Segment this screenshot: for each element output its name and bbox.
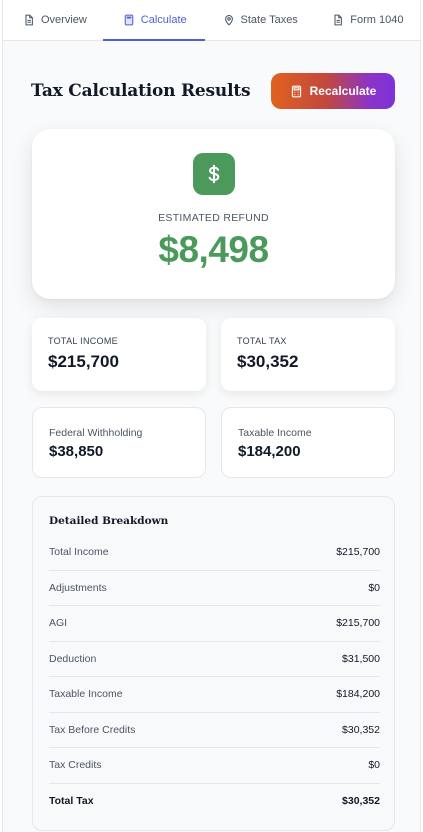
recalculate-label: Recalculate (309, 84, 377, 98)
stat-label: TOTAL TAX (237, 336, 287, 346)
stat-value: $215,700 (48, 352, 119, 371)
stat-label: TOTAL INCOME (48, 336, 118, 346)
breakdown-row: Adjustments $0 (49, 571, 380, 606)
breakdown-title: Detailed Breakdown (49, 515, 169, 527)
page-title: Tax Calculation Results (31, 81, 251, 101)
row-label: AGI (49, 617, 68, 630)
tab-calculate[interactable]: Calculate (102, 0, 205, 41)
tab-form-1040[interactable]: Form 1040 (316, 0, 420, 40)
tab-label: Form 1040 (350, 14, 404, 26)
refund-amount: $8,498 (158, 229, 269, 270)
tab-bar: Overview Calculate State Taxes Form 1040 (3, 0, 420, 41)
dollar-icon (193, 153, 235, 195)
recalculate-button[interactable]: Recalculate (271, 73, 395, 109)
calculator-icon (124, 14, 134, 26)
row-value: $30,352 (342, 723, 380, 736)
document-icon (334, 14, 343, 26)
stat-value: $30,352 (237, 352, 299, 371)
breakdown-row: Tax Credits $0 (49, 748, 380, 784)
total-income-card: TOTAL INCOME $215,700 (32, 318, 206, 391)
app-frame: Overview Calculate State Taxes Form 1040… (2, 0, 421, 832)
tab-label: State Taxes (240, 14, 298, 26)
row-label: Total Income (49, 546, 109, 559)
row-value: $215,700 (336, 546, 380, 559)
breakdown-row: Taxable Income $184,200 (49, 677, 380, 713)
row-value: $0 (368, 759, 380, 772)
tab-label: Overview (41, 14, 87, 26)
stat-value: $38,850 (49, 443, 104, 460)
refund-label: ESTIMATED REFUND (158, 212, 269, 224)
row-label: Total Tax (49, 795, 94, 808)
row-value: $30,352 (342, 795, 380, 808)
tab-state-taxes[interactable]: State Taxes (205, 0, 317, 40)
location-pin-icon (224, 15, 233, 26)
row-label: Tax Credits (49, 759, 102, 772)
breakdown-row: Tax Before Credits $30,352 (49, 713, 380, 748)
tab-overview[interactable]: Overview (3, 0, 103, 40)
row-value: $31,500 (342, 652, 380, 665)
row-value: $0 (368, 581, 380, 594)
row-label: Deduction (49, 652, 97, 665)
main-content: Tax Calculation Results Recalculate ESTI… (3, 41, 420, 832)
breakdown-row: AGI $215,700 (49, 606, 380, 642)
breakdown-row: Total Income $215,700 (49, 535, 380, 571)
stat-label: Taxable Income (238, 427, 312, 439)
row-value: $184,200 (336, 688, 380, 701)
stat-label: Federal Withholding (49, 427, 143, 439)
breakdown-row: Deduction $31,500 (49, 642, 380, 677)
detailed-breakdown-panel: Detailed Breakdown Total Income $215,700… (32, 496, 395, 831)
estimated-refund-card: ESTIMATED REFUND $8,498 (32, 129, 395, 299)
stat-value: $184,200 (238, 443, 301, 460)
row-label: Tax Before Credits (49, 723, 136, 736)
tab-label: Calculate (140, 14, 187, 26)
breakdown-rows: Total Income $215,700 Adjustments $0 AGI… (49, 535, 380, 819)
row-value: $215,700 (336, 617, 380, 630)
calculator-icon (291, 85, 301, 97)
taxable-income-card: Taxable Income $184,200 (221, 407, 395, 478)
federal-withholding-card: Federal Withholding $38,850 (32, 407, 206, 478)
total-tax-card: TOTAL TAX $30,352 (221, 318, 395, 391)
breakdown-total-row: Total Tax $30,352 (49, 784, 380, 820)
row-label: Taxable Income (49, 688, 123, 701)
row-label: Adjustments (49, 581, 107, 594)
document-icon (25, 14, 33, 26)
